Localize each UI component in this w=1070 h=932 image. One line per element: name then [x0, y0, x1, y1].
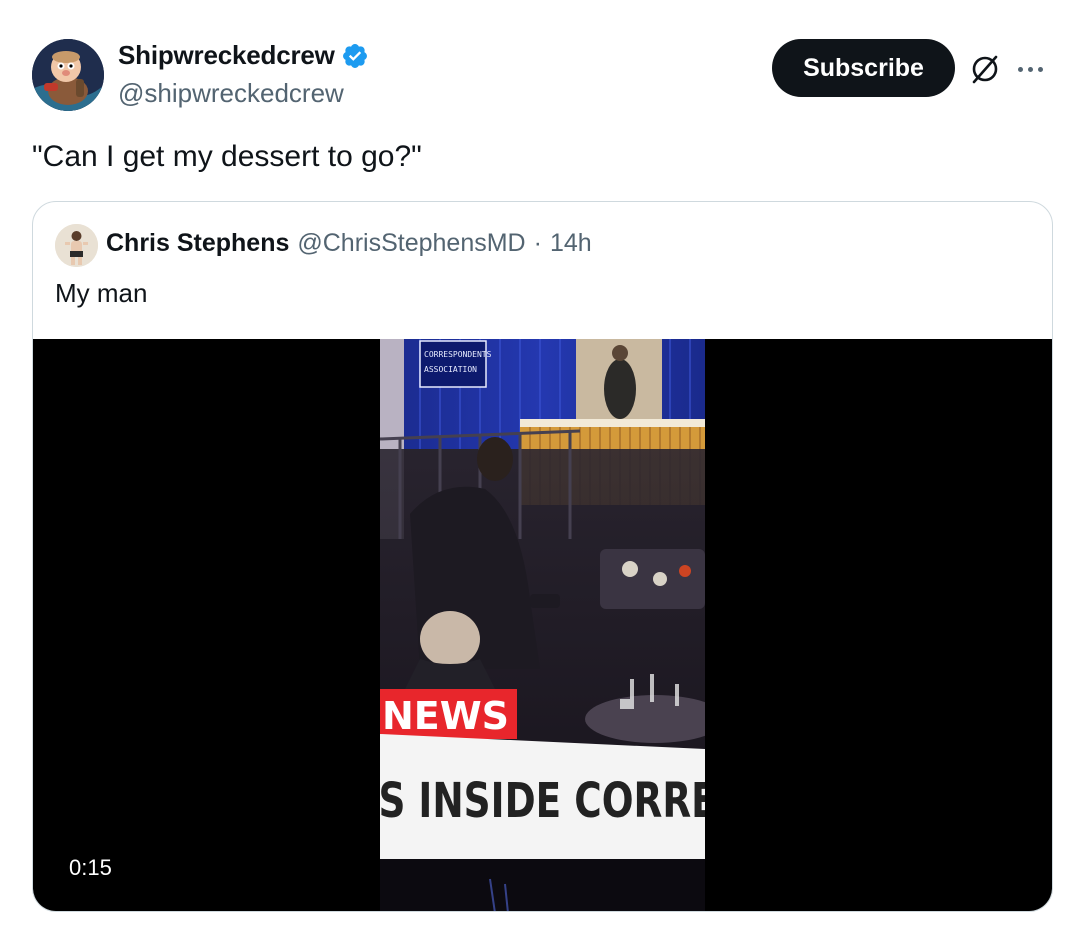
- video-duration-badge: 0:15: [55, 845, 126, 891]
- video-player[interactable]: CORRESPONDENTS ASSOCIATION NEWS S INSIDE…: [33, 339, 1052, 911]
- video-frame: CORRESPONDENTS ASSOCIATION NEWS S INSIDE…: [380, 339, 705, 911]
- banner-sign-line2: ASSOCIATION: [424, 365, 477, 374]
- author-avatar[interactable]: [32, 39, 104, 111]
- tweet-text: "Can I get my dessert to go?": [32, 140, 422, 173]
- author-name-row: Shipwreckedcrew: [118, 40, 369, 71]
- quoted-tweet-card[interactable]: Chris Stephens @ChrisStephensMD · 14h My…: [32, 201, 1053, 912]
- more-options-icon[interactable]: [1018, 60, 1052, 78]
- subscribe-button[interactable]: Subscribe: [772, 39, 955, 97]
- grok-icon[interactable]: [968, 52, 1002, 86]
- quoted-tweet-time[interactable]: 14h: [550, 229, 592, 258]
- verified-badge-icon: [342, 43, 367, 68]
- author-display-name[interactable]: Shipwreckedcrew: [118, 40, 335, 71]
- quoted-tweet-text: My man: [55, 278, 148, 308]
- quoted-author-avatar[interactable]: [55, 224, 98, 267]
- banner-sign-line1: CORRESPONDENTS: [424, 350, 492, 359]
- news-chyron-text: S INSIDE CORRESPON: [380, 774, 705, 830]
- news-chyron-tag: NEWS: [382, 694, 509, 738]
- author-handle[interactable]: @shipwreckedcrew: [118, 78, 344, 109]
- quoted-tweet-header: Chris Stephens @ChrisStephensMD · 14h: [106, 229, 592, 258]
- quoted-author-name[interactable]: Chris Stephens: [106, 229, 289, 258]
- quoted-author-handle[interactable]: @ChrisStephensMD: [297, 229, 525, 258]
- video-thumbnail: CORRESPONDENTS ASSOCIATION NEWS S INSIDE…: [380, 339, 705, 911]
- separator-dot: ·: [533, 229, 542, 257]
